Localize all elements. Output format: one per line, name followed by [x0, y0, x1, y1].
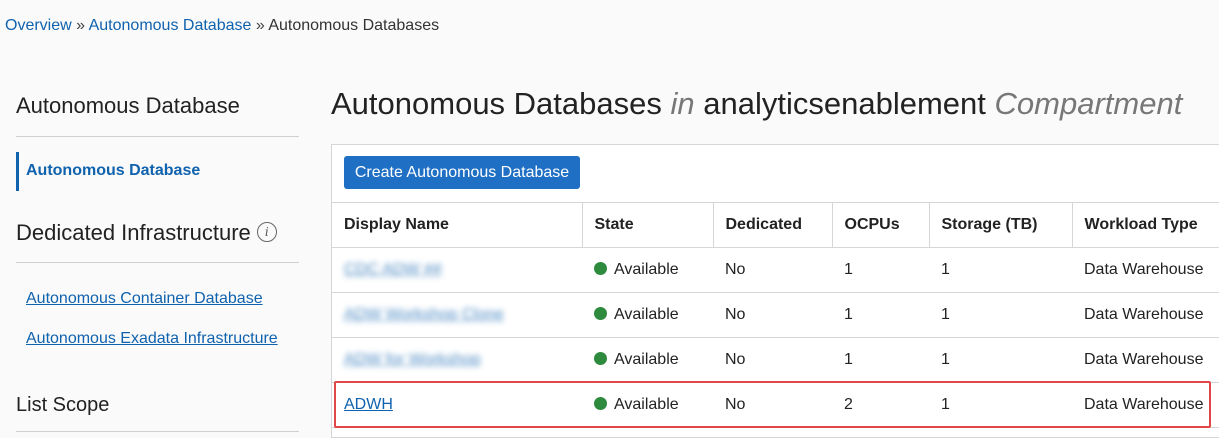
compartment-name: analyticsenablement [703, 86, 986, 121]
state-text: Available [614, 261, 679, 278]
sidebar-item-autonomous-database[interactable]: Autonomous Database [26, 162, 200, 180]
sidebar-section-label: Dedicated Infrastructure [16, 220, 251, 245]
table-row: ADW for Workshop Available No 1 1 Data W… [332, 337, 1219, 383]
table-header-row: Display Name State Dedicated OCPUs Stora… [332, 202, 1219, 248]
sidebar-item-container-database[interactable]: Autonomous Container Database [26, 290, 263, 308]
state-text: Available [614, 351, 679, 368]
divider [16, 262, 299, 263]
state-cell: Available [582, 247, 713, 293]
page-title: Autonomous Databases in analyticsenablem… [331, 86, 1182, 122]
column-header-storage[interactable]: Storage (TB) [929, 202, 1073, 248]
display-name-cell: ADW Workshop Clone [332, 292, 582, 338]
display-name-cell: ADW for Workshop [332, 337, 582, 383]
dedicated-cell: No [713, 382, 832, 428]
table-row: CDC ADW ## Available No 1 1 Data Warehou… [332, 247, 1219, 293]
sidebar-item-exadata-infrastructure[interactable]: Autonomous Exadata Infrastructure [26, 330, 278, 348]
databases-table: Display Name State Dedicated OCPUs Stora… [332, 202, 1219, 428]
page-title-prefix: Autonomous Databases [331, 86, 662, 121]
storage-cell: 1 [929, 247, 1072, 293]
workload-type-cell: Data Warehouse [1072, 247, 1219, 293]
display-name-cell: CDC ADW ## [332, 247, 582, 293]
status-available-icon [594, 262, 607, 275]
ocpus-cell: 1 [832, 247, 929, 293]
workload-type-cell: Data Warehouse [1072, 382, 1219, 428]
info-icon[interactable]: i [256, 222, 277, 243]
status-available-icon [594, 397, 607, 410]
state-text: Available [614, 396, 679, 413]
storage-cell: 1 [929, 382, 1072, 428]
dedicated-cell: No [713, 247, 832, 293]
column-header-ocpus[interactable]: OCPUs [832, 202, 930, 248]
display-name-cell: ADWH [332, 382, 582, 428]
database-link[interactable]: ADW for Workshop [344, 351, 481, 368]
divider [16, 136, 299, 137]
sidebar: Autonomous Database Autonomous Database … [16, 0, 299, 438]
state-cell: Available [582, 292, 713, 338]
table-row: ADW Workshop Clone Available No 1 1 Data… [332, 292, 1219, 338]
column-header-dedicated[interactable]: Dedicated [713, 202, 833, 248]
database-link[interactable]: CDC ADW ## [344, 261, 442, 278]
table-row-adwh: ADWH Available No 2 1 Data Warehouse [332, 382, 1219, 428]
dedicated-cell: No [713, 337, 832, 383]
databases-panel: Create Autonomous Database Display Name … [331, 144, 1219, 438]
sidebar-section-title: Autonomous Database [16, 93, 240, 118]
page-title-in: in [670, 86, 695, 121]
status-available-icon [594, 307, 607, 320]
create-autonomous-database-button[interactable]: Create Autonomous Database [344, 156, 580, 189]
ocpus-cell: 1 [832, 337, 929, 383]
storage-cell: 1 [929, 337, 1072, 383]
divider [16, 431, 299, 432]
column-header-workload-type[interactable]: Workload Type [1072, 202, 1219, 248]
storage-cell: 1 [929, 292, 1072, 338]
sidebar-section-title-dedicated: Dedicated Infrastructure i [16, 220, 277, 246]
page-title-suffix: Compartment [994, 86, 1183, 121]
workload-type-cell: Data Warehouse [1072, 292, 1219, 338]
list-scope-title: List Scope [16, 394, 110, 416]
database-link-adwh[interactable]: ADWH [344, 396, 393, 413]
column-header-display-name[interactable]: Display Name [332, 202, 583, 248]
active-indicator [16, 152, 19, 191]
status-available-icon [594, 352, 607, 365]
ocpus-cell: 1 [832, 292, 929, 338]
database-link[interactable]: ADW Workshop Clone [344, 306, 504, 323]
state-cell: Available [582, 382, 713, 428]
dedicated-cell: No [713, 292, 832, 338]
state-cell: Available [582, 337, 713, 383]
workload-type-cell: Data Warehouse [1072, 337, 1219, 383]
state-text: Available [614, 306, 679, 323]
ocpus-cell: 2 [832, 382, 929, 428]
column-header-state[interactable]: State [582, 202, 714, 248]
